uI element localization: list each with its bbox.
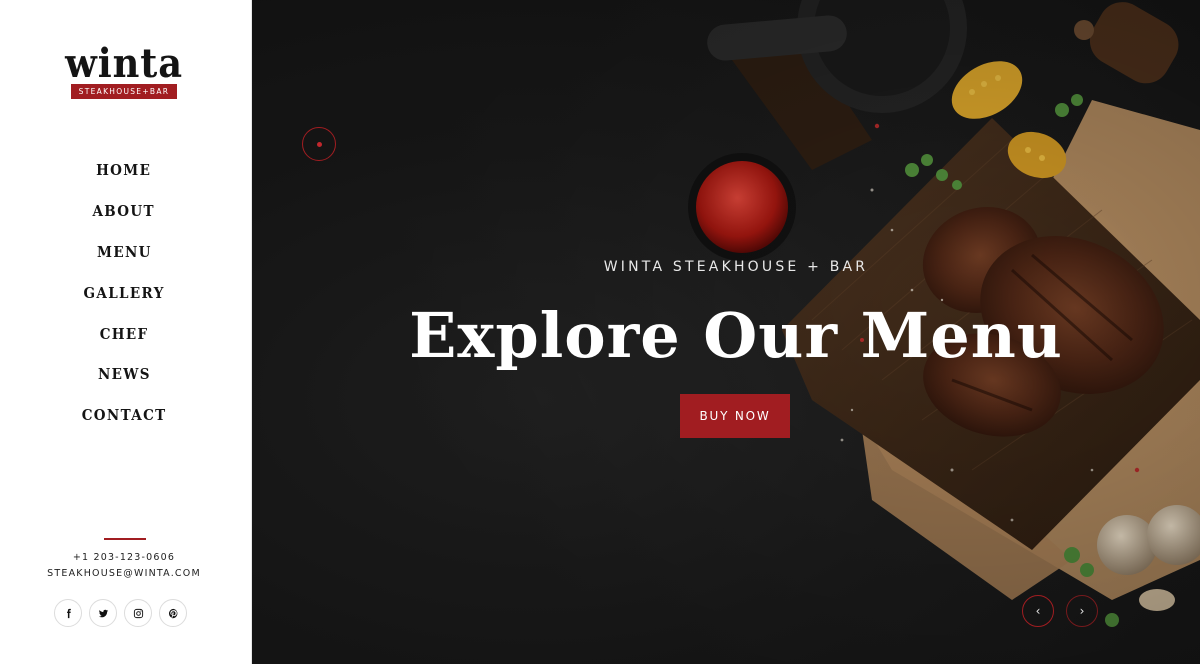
hero-slider: WINTA STEAKHOUSE + BAR Explore Our Menu … (252, 0, 1200, 664)
nav-link-chef[interactable]: CHEF (100, 325, 149, 343)
hero-eyebrow: WINTA STEAKHOUSE + BAR (603, 259, 869, 275)
nav-item-contact: CONTACT (0, 395, 248, 436)
nav-link-menu[interactable]: MENU (97, 243, 152, 261)
contact-phone[interactable]: +1 203-123-0606 (0, 550, 248, 566)
nav-item-news: NEWS (0, 354, 248, 395)
contact-divider (104, 538, 146, 540)
logo-wordmark: winta (65, 40, 183, 87)
nav-link-contact[interactable]: CONTACT (82, 406, 167, 424)
nav-item-home: HOME (0, 150, 248, 191)
pinterest-icon (168, 608, 177, 618)
twitter-button[interactable] (89, 599, 117, 627)
nav-link-news[interactable]: NEWS (98, 365, 151, 383)
chevron-left-icon: ‹ (1035, 604, 1041, 618)
site-logo[interactable]: winta STEAKHOUSE+BAR (0, 44, 248, 99)
nav-link-gallery[interactable]: GALLERY (83, 284, 164, 302)
instagram-button[interactable] (124, 599, 152, 627)
social-links (54, 599, 187, 627)
nav-item-chef: CHEF (0, 313, 248, 354)
scroll-indicator[interactable] (302, 127, 336, 161)
pinterest-button[interactable] (159, 599, 187, 627)
facebook-icon (66, 608, 71, 618)
nav-link-about[interactable]: ABOUT (93, 202, 155, 220)
twitter-icon (98, 609, 108, 617)
sidebar: winta STEAKHOUSE+BAR HOME ABOUT MENU GAL… (0, 0, 252, 664)
hero-headline: Explore Our Menu (409, 299, 1063, 372)
nav-link-home[interactable]: HOME (96, 161, 151, 179)
contact-info: +1 203-123-0606 STEAKHOUSE@WINTA.COM (0, 550, 248, 582)
instagram-icon (133, 608, 143, 618)
slider-prev-button[interactable]: ‹ (1022, 595, 1054, 627)
chevron-right-icon: › (1079, 604, 1085, 618)
facebook-button[interactable] (54, 599, 82, 627)
contact-email[interactable]: STEAKHOUSE@WINTA.COM (0, 566, 248, 582)
main-nav: HOME ABOUT MENU GALLERY CHEF NEWS CONTAC… (0, 150, 248, 436)
nav-item-menu: MENU (0, 232, 248, 273)
nav-item-gallery: GALLERY (0, 272, 248, 313)
slider-next-button[interactable]: › (1066, 595, 1098, 627)
buy-now-button[interactable]: BUY NOW (680, 394, 790, 438)
nav-item-about: ABOUT (0, 191, 248, 232)
